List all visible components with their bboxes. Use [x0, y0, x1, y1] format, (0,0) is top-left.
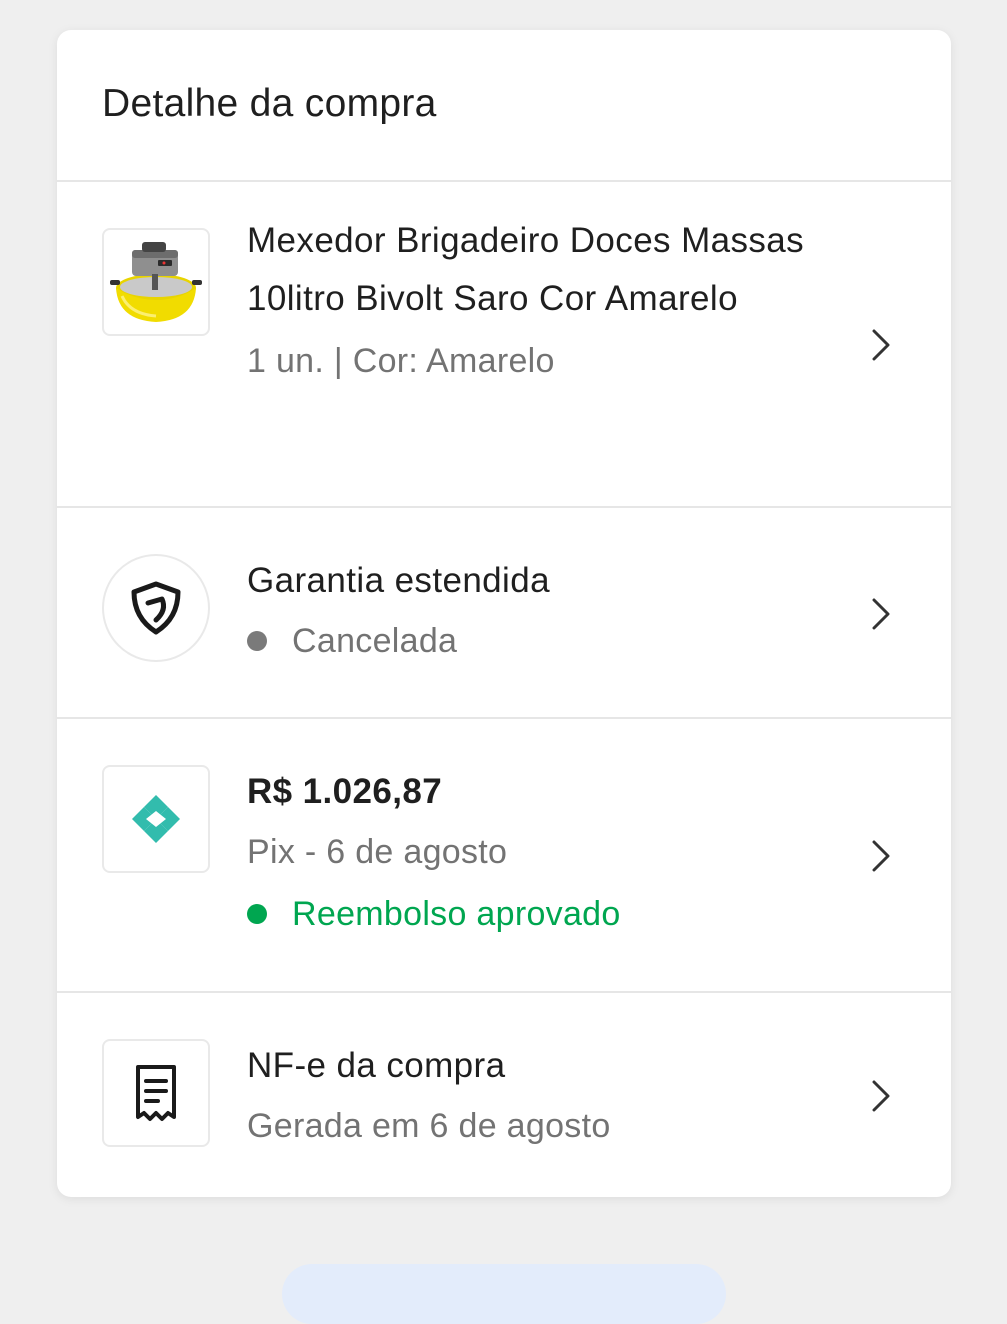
product-row[interactable]: Mexedor Brigadeiro Doces Massas 10litro … [57, 182, 951, 508]
purchase-detail-card: Detalhe da compra Mexedor Brigadeiro Doc… [57, 30, 951, 1197]
invoice-text: NF-e da compra Gerada em 6 de agosto [247, 1037, 841, 1157]
payment-amount: R$ 1.026,87 [247, 772, 443, 811]
chevron-right-icon [872, 329, 890, 361]
shield-icon [131, 581, 181, 635]
warranty-title: Garantia estendida [247, 561, 550, 600]
pix-icon [132, 795, 180, 843]
status-dot-gray [247, 631, 267, 651]
invoice-icon-wrapper [102, 1039, 210, 1147]
chevron-right-icon [872, 1080, 890, 1112]
invoice-row[interactable]: NF-e da compra Gerada em 6 de agosto [57, 993, 951, 1197]
product-image [110, 242, 202, 322]
product-thumbnail [102, 228, 210, 336]
chevron-right-icon [872, 840, 890, 872]
chevron-right-icon [872, 598, 890, 630]
bottom-action-button[interactable] [282, 1264, 726, 1324]
product-name: Mexedor Brigadeiro Doces Massas 10litro … [247, 221, 805, 318]
product-details: 1 un. | Cor: Amarelo [247, 342, 555, 380]
receipt-icon [136, 1065, 176, 1121]
warranty-status-text: Cancelada [292, 622, 458, 660]
payment-text: R$ 1.026,87 Pix - 6 de agosto Reembolso … [247, 763, 841, 945]
payment-status: Reembolso aprovado [247, 883, 841, 945]
invoice-subtitle: Gerada em 6 de agosto [247, 1107, 611, 1145]
status-dot-green [247, 904, 267, 924]
page-title: Detalhe da compra [102, 82, 437, 125]
warranty-row[interactable]: Garantia estendida Cancelada [57, 508, 951, 719]
payment-row[interactable]: R$ 1.026,87 Pix - 6 de agosto Reembolso … [57, 719, 951, 993]
warranty-status: Cancelada [247, 610, 841, 672]
invoice-title: NF-e da compra [247, 1046, 506, 1085]
product-text: Mexedor Brigadeiro Doces Massas 10litro … [247, 212, 841, 392]
payment-icon-wrapper [102, 765, 210, 873]
card-header: Detalhe da compra [57, 30, 951, 182]
payment-method: Pix - 6 de agosto [247, 833, 508, 871]
warranty-text: Garantia estendida Cancelada [247, 552, 841, 672]
warranty-icon-wrapper [102, 554, 210, 662]
payment-status-text: Reembolso aprovado [292, 895, 621, 933]
